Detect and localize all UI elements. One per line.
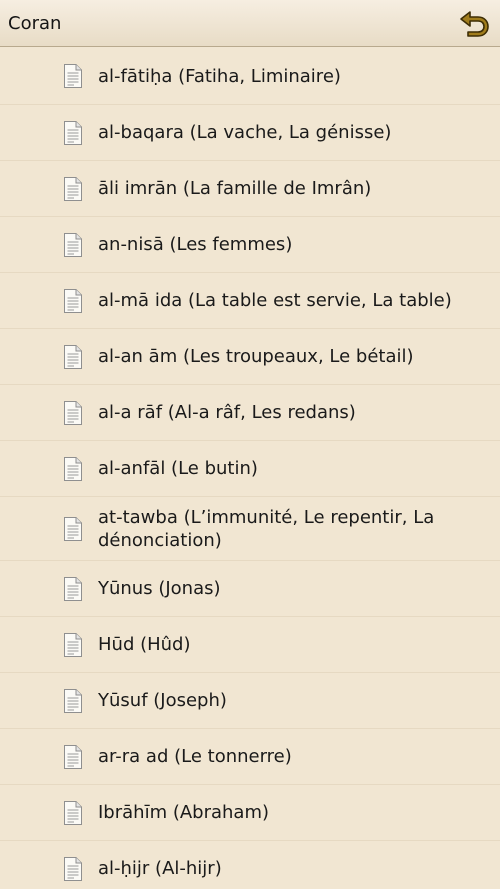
list-item[interactable]: al-mā ida (La table est servie, La table… xyxy=(0,273,500,329)
list-item-label: an-nisā (Les femmes) xyxy=(98,234,293,255)
document-icon xyxy=(62,800,84,826)
list-item-label: al-mā ida (La table est servie, La table… xyxy=(98,290,452,311)
list-item-label: al-a rāf (Al-a râf, Les redans) xyxy=(98,402,356,423)
list-item[interactable]: al-baqara (La vache, La génisse) xyxy=(0,105,500,161)
list-item-label: Hūd (Hûd) xyxy=(98,634,191,655)
document-icon xyxy=(62,856,84,882)
document-icon xyxy=(62,456,84,482)
back-button[interactable] xyxy=(456,5,492,41)
list-item-label: al-ḥijr (Al-hijr) xyxy=(98,858,222,879)
list-item-label: Ibrāhīm (Abraham) xyxy=(98,802,270,823)
document-icon xyxy=(62,232,84,258)
list-item-label: al-baqara (La vache, La génisse) xyxy=(98,122,392,143)
page-title: Coran xyxy=(8,12,62,34)
document-icon xyxy=(62,744,84,770)
document-icon xyxy=(62,344,84,370)
list-item[interactable]: an-nisā (Les femmes) xyxy=(0,217,500,273)
list-item-label: al-anfāl (Le butin) xyxy=(98,458,258,479)
surah-list: al-fātiḥa (Fatiha, Liminaire) al-baqara (… xyxy=(0,48,500,889)
document-icon xyxy=(62,688,84,714)
list-item[interactable]: al-ḥijr (Al-hijr) xyxy=(0,841,500,889)
list-item-label: at-tawba (L’immunité, Le repentir, La dé… xyxy=(98,506,435,551)
list-item-label: ar-ra ad (Le tonnerre) xyxy=(98,746,292,767)
list-item[interactable]: Ibrāhīm (Abraham) xyxy=(0,785,500,841)
document-icon xyxy=(62,63,84,89)
list-item[interactable]: al-anfāl (Le butin) xyxy=(0,441,500,497)
document-icon xyxy=(62,120,84,146)
list-item-label: Yūnus (Jonas) xyxy=(98,578,221,599)
list-item[interactable]: al-an ām (Les troupeaux, Le bétail) xyxy=(0,329,500,385)
list-item-label: Yūsuf (Joseph) xyxy=(98,690,227,711)
document-icon xyxy=(62,632,84,658)
list-item[interactable]: at-tawba (L’immunité, Le repentir, La dé… xyxy=(0,497,500,561)
list-item[interactable]: Yūnus (Jonas) xyxy=(0,561,500,617)
document-icon xyxy=(62,400,84,426)
list-item-label: āli imrān (La famille de Imrân) xyxy=(98,178,372,199)
list-item[interactable]: ar-ra ad (Le tonnerre) xyxy=(0,729,500,785)
document-icon xyxy=(62,516,84,542)
list-item[interactable]: al-a rāf (Al-a râf, Les redans) xyxy=(0,385,500,441)
list-item-label: al-fātiḥa (Fatiha, Liminaire) xyxy=(98,65,341,87)
document-icon xyxy=(62,176,84,202)
list-item[interactable]: āli imrān (La famille de Imrân) xyxy=(0,161,500,217)
list-item[interactable]: Yūsuf (Joseph) xyxy=(0,673,500,729)
list-item[interactable]: Hūd (Hûd) xyxy=(0,617,500,673)
app-header: Coran xyxy=(0,0,500,47)
list-item-label: al-an ām (Les troupeaux, Le bétail) xyxy=(98,346,414,367)
document-icon xyxy=(62,288,84,314)
undo-arrow-icon xyxy=(460,11,489,37)
document-icon xyxy=(62,576,84,602)
list-item[interactable]: al-fātiḥa (Fatiha, Liminaire) xyxy=(0,48,500,105)
